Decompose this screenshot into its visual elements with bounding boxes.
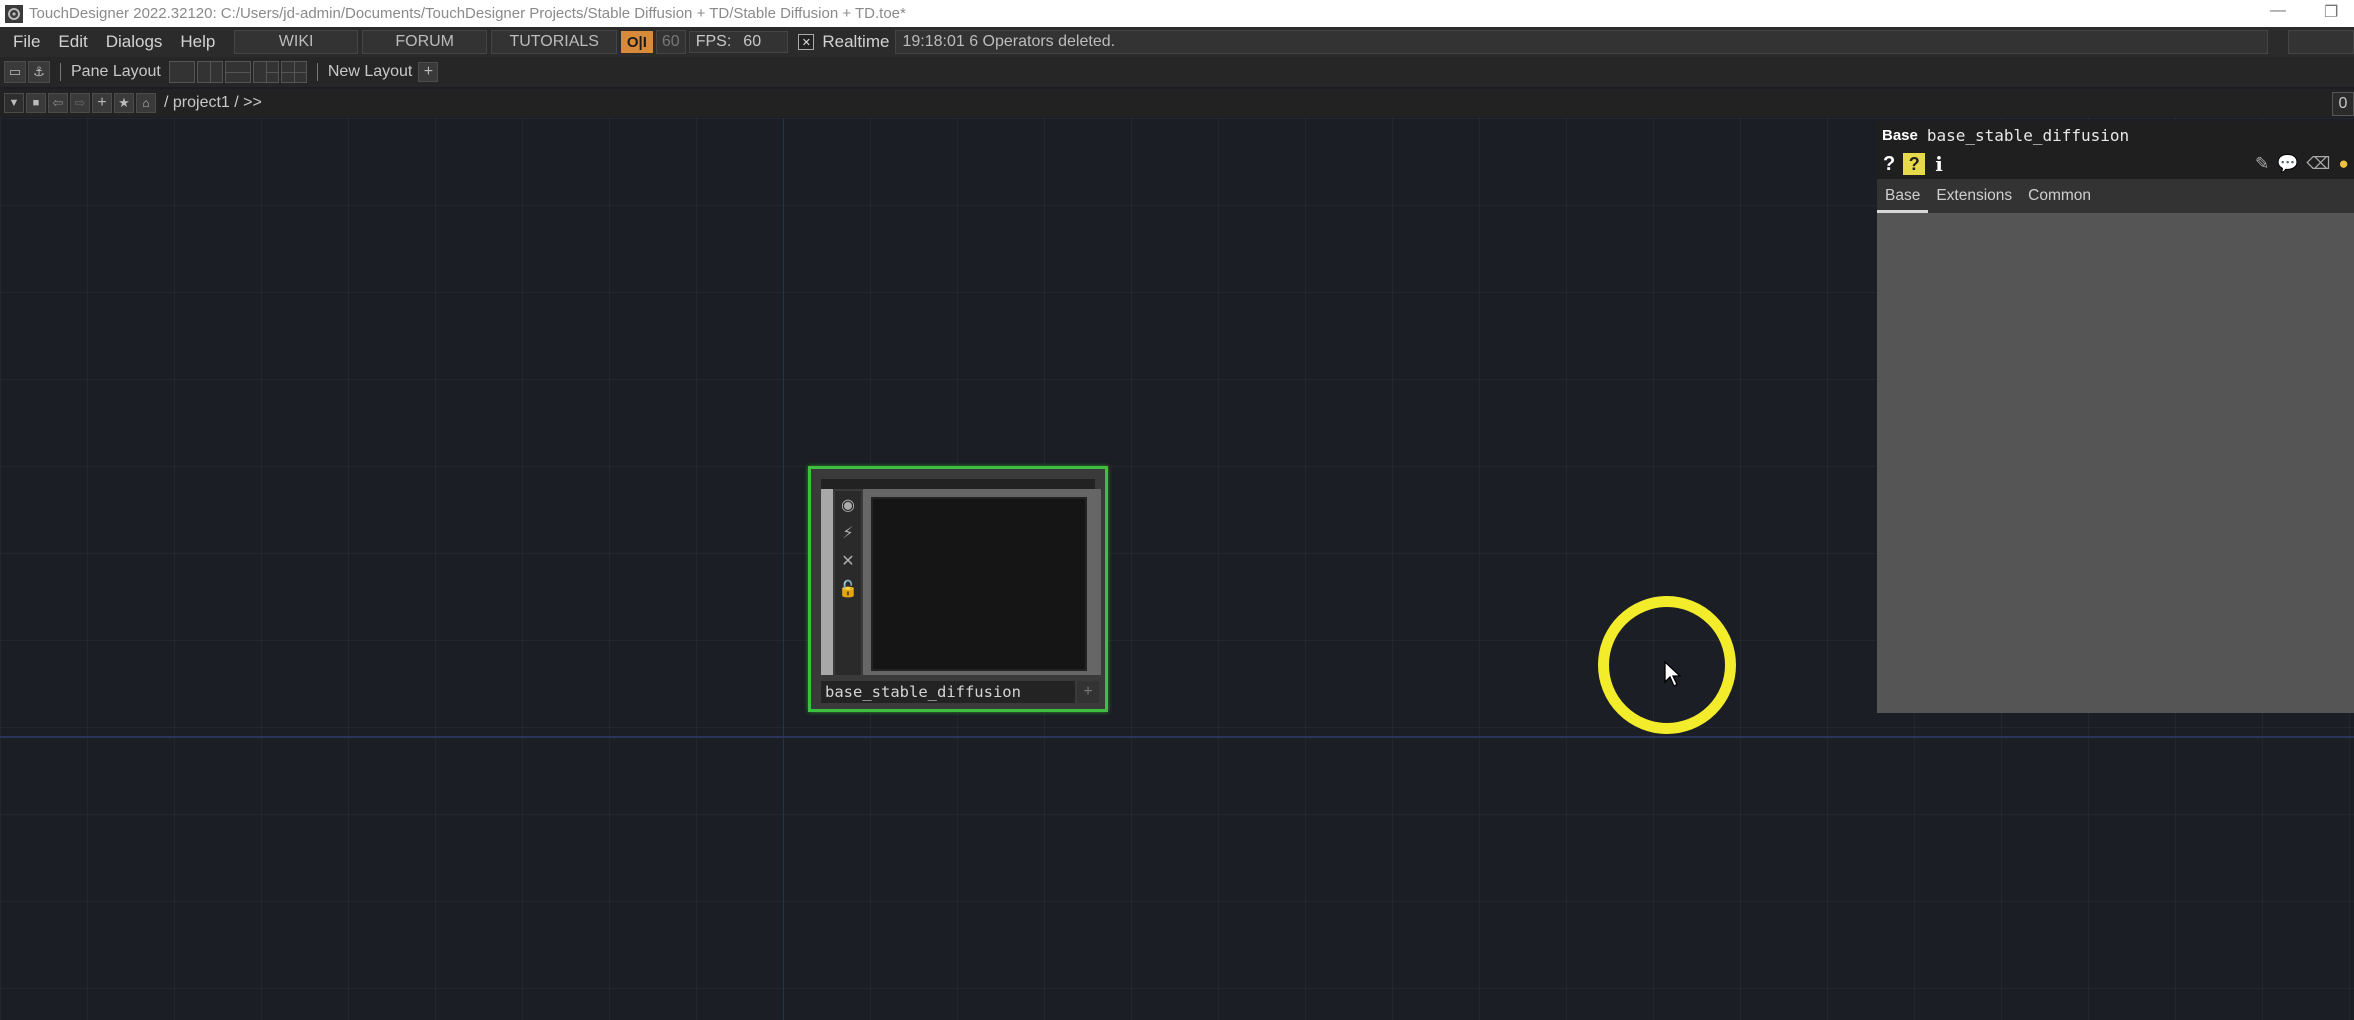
restore-icon[interactable]: ❐ — [2324, 2, 2338, 22]
add-layout-button[interactable]: + — [418, 62, 439, 82]
forward-arrow-icon[interactable]: ⇨ — [70, 93, 90, 113]
cook-count: 60 — [655, 30, 686, 54]
parameter-panel: Base base_stable_diffusion ? ? i ✎ 💬 ⌫ ●… — [1877, 121, 2354, 713]
oi-performance-button[interactable]: O|I — [620, 31, 653, 53]
parameter-icon-row: ? ? i ✎ 💬 ⌫ ● — [1877, 149, 2354, 179]
viewer-toggle-icon[interactable]: ◉ — [835, 491, 861, 519]
clear-eraser-icon[interactable]: ⌫ — [2306, 154, 2330, 174]
touchdesigner-logo-icon — [5, 4, 23, 23]
back-arrow-icon[interactable]: ⇦ — [48, 93, 68, 113]
layout-split-vertical-button[interactable] — [196, 61, 223, 83]
operator-help-icon[interactable]: ? — [1903, 153, 1926, 175]
node-viewer[interactable] — [863, 489, 1101, 675]
edit-pencil-icon[interactable]: ✎ — [2255, 154, 2269, 174]
path-right-value: 0 — [2332, 92, 2354, 116]
node-header — [821, 479, 1095, 489]
menu-dialogs[interactable]: Dialogs — [97, 32, 172, 52]
layout-bar: ▭ ⚓ Pane Layout New Layout + — [0, 57, 2354, 87]
node-add-button[interactable]: + — [1077, 681, 1099, 703]
operator-name-field[interactable]: base_stable_diffusion — [1927, 126, 2129, 145]
home-network-icon[interactable]: ⚓ — [28, 61, 50, 83]
tab-extensions[interactable]: Extensions — [1928, 187, 2020, 213]
realtime-label: Realtime — [822, 32, 890, 51]
info-icon[interactable]: i — [1935, 152, 1943, 176]
tab-common[interactable]: Common — [2020, 187, 2099, 213]
operator-type-label: Base — [1882, 126, 1918, 144]
canvas-origin-vertical-axis — [783, 118, 784, 1020]
canvas-origin-horizontal-axis — [0, 736, 2354, 738]
parameter-header: Base base_stable_diffusion — [1877, 121, 2354, 149]
menu-file[interactable]: File — [0, 32, 49, 52]
path-bar: ▼ ■ ⇦ ⇨ + ★ ⌂ / project1 / >> 0 — [0, 89, 2354, 117]
network-path[interactable]: / project1 / >> — [164, 94, 262, 112]
cook-flag-icon[interactable]: ⚡ — [835, 519, 861, 547]
fps-value: 60 — [743, 33, 762, 50]
menu-help[interactable]: Help — [171, 32, 224, 52]
home-icon[interactable]: ⌂ — [136, 93, 156, 113]
panel-image-icon[interactable]: ▭ — [4, 61, 26, 83]
python-icon[interactable]: ● — [2338, 154, 2348, 174]
node-flag-column: ◉ ⚡ ✕ 🔓 — [835, 491, 861, 675]
layout-split-four-button[interactable] — [280, 61, 307, 83]
layout-split-horizontal-button[interactable] — [224, 61, 251, 83]
window-title-bar: TouchDesigner 2022.32120: C:/Users/jd-ad… — [0, 0, 2354, 27]
comment-bubble-icon[interactable]: 💬 — [2277, 154, 2298, 174]
bookmark-star-icon[interactable]: ★ — [114, 93, 134, 113]
status-message: 19:18:01 6 Operators deleted. — [895, 30, 2269, 54]
realtime-toggle[interactable]: ✕ Realtime — [798, 32, 889, 52]
bypass-x-icon[interactable]: ✕ — [835, 547, 861, 575]
realtime-checkbox[interactable]: ✕ — [798, 34, 815, 50]
tab-base[interactable]: Base — [1877, 187, 1929, 213]
menu-bar: File Edit Dialogs Help WIKI FORUM TUTORI… — [0, 27, 2354, 57]
fps-display: FPS: 60 — [688, 31, 789, 53]
layout-split-three-button[interactable] — [252, 61, 279, 83]
pane-layout-label: Pane Layout — [71, 63, 161, 80]
status-extra — [2288, 30, 2354, 54]
add-operator-icon[interactable]: + — [92, 93, 112, 113]
tutorials-button[interactable]: TUTORIALS — [491, 30, 617, 54]
lock-icon[interactable]: 🔓 — [835, 575, 861, 603]
divider — [316, 63, 318, 81]
pane-menu-icon[interactable]: ▼ — [4, 93, 24, 113]
minimize-icon[interactable]: — — [2270, 2, 2286, 20]
node-viewer-display — [871, 497, 1087, 671]
mouse-pointer-icon — [1664, 660, 1682, 687]
node-input-strip — [821, 489, 833, 675]
fps-label: FPS: — [695, 33, 732, 50]
operator-node-base[interactable]: ◉ ⚡ ✕ 🔓 base_stable_diffusion + — [808, 466, 1108, 712]
help-icon[interactable]: ? — [1883, 153, 1895, 176]
forum-button[interactable]: FORUM — [361, 30, 488, 54]
node-name-label[interactable]: base_stable_diffusion — [821, 681, 1075, 703]
window-title: TouchDesigner 2022.32120: C:/Users/jd-ad… — [29, 5, 906, 22]
new-layout-label: New Layout — [327, 63, 413, 80]
divider — [60, 63, 61, 81]
menu-edit[interactable]: Edit — [49, 32, 96, 52]
stop-icon[interactable]: ■ — [26, 93, 46, 113]
parameter-tabs: Base Extensions Common — [1877, 179, 2354, 213]
layout-single-button[interactable] — [168, 61, 195, 83]
wiki-button[interactable]: WIKI — [234, 30, 358, 54]
